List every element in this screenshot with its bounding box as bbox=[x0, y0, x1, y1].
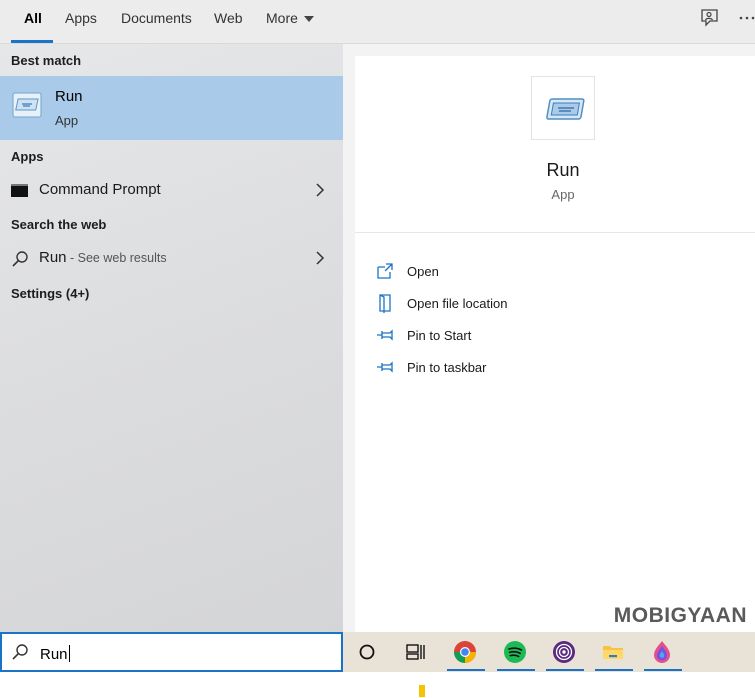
yellow-marker bbox=[419, 685, 425, 697]
chevron-right-icon bbox=[316, 251, 325, 265]
chevron-down-icon bbox=[303, 16, 314, 23]
result-web-search[interactable]: Run - See web results bbox=[0, 242, 343, 274]
tab-web[interactable]: Web bbox=[214, 0, 243, 44]
file-location-icon bbox=[379, 294, 391, 313]
feedback-icon[interactable] bbox=[698, 6, 722, 30]
spotify-icon[interactable] bbox=[502, 639, 528, 665]
action-pin-to-taskbar-label: Pin to taskbar bbox=[407, 360, 487, 375]
chrome-icon[interactable] bbox=[452, 639, 478, 665]
web-search-label: Run - See web results bbox=[39, 249, 167, 266]
file-explorer-icon[interactable] bbox=[600, 639, 626, 665]
divider bbox=[355, 232, 755, 233]
tab-more[interactable]: More bbox=[266, 0, 314, 44]
open-icon bbox=[377, 263, 393, 279]
search-icon bbox=[12, 251, 28, 267]
tab-documents[interactable]: Documents bbox=[121, 0, 192, 44]
web-query: Run bbox=[39, 249, 67, 266]
watermark: MOBIGYAAN bbox=[613, 604, 747, 627]
result-command-prompt[interactable]: Command Prompt bbox=[0, 174, 343, 206]
tor-browser-icon[interactable] bbox=[551, 639, 577, 665]
taskbar: Run bbox=[0, 632, 755, 672]
action-open-file-location-label: Open file location bbox=[407, 296, 508, 311]
web-results-hint: - See web results bbox=[66, 251, 167, 265]
best-match-run[interactable]: Run App bbox=[0, 76, 343, 140]
best-match-header: Best match bbox=[11, 53, 82, 68]
pin-icon bbox=[377, 329, 393, 341]
explorer-active-indicator bbox=[595, 669, 633, 671]
search-web-header: Search the web bbox=[11, 217, 107, 232]
detail-pane: Run App Open Open file location Pin to S… bbox=[343, 44, 755, 632]
command-prompt-icon bbox=[11, 184, 28, 197]
search-icon bbox=[12, 644, 28, 660]
command-prompt-label: Command Prompt bbox=[39, 181, 161, 198]
action-open-label: Open bbox=[407, 264, 439, 279]
results-pane: Best match Run App Apps Command Prompt S… bbox=[0, 44, 343, 632]
tab-more-label: More bbox=[266, 10, 298, 26]
tor-active-indicator bbox=[546, 669, 584, 671]
detail-title: Run bbox=[546, 160, 580, 180]
search-input-value: Run bbox=[40, 645, 70, 663]
ellipsis-icon[interactable] bbox=[738, 6, 755, 30]
firefox-nightly-icon[interactable] bbox=[649, 639, 675, 665]
cortana-icon[interactable] bbox=[354, 639, 380, 665]
task-view-icon[interactable] bbox=[402, 639, 428, 665]
nightly-active-indicator bbox=[644, 669, 682, 671]
run-app-icon bbox=[12, 90, 42, 120]
action-pin-to-start-label: Pin to Start bbox=[407, 328, 472, 343]
apps-header: Apps bbox=[11, 149, 44, 164]
text-cursor bbox=[68, 645, 70, 662]
run-app-large-icon bbox=[531, 76, 595, 140]
tab-all[interactable]: All bbox=[11, 0, 53, 44]
chrome-active-indicator bbox=[447, 669, 485, 671]
chevron-right-icon bbox=[316, 183, 325, 197]
search-scope-tabs: All Apps Documents Web More bbox=[0, 0, 755, 44]
screen-below-taskbar bbox=[0, 672, 755, 698]
best-match-subtitle: App bbox=[55, 113, 79, 128]
detail-card: Run App Open Open file location Pin to S… bbox=[355, 56, 755, 632]
detail-subtitle: App bbox=[551, 187, 575, 202]
tab-apps[interactable]: Apps bbox=[65, 0, 97, 44]
search-query-text: Run bbox=[40, 646, 68, 663]
search-input[interactable]: Run bbox=[0, 632, 343, 672]
pin-icon bbox=[377, 361, 393, 373]
spotify-active-indicator bbox=[497, 669, 535, 671]
best-match-title: Run bbox=[55, 88, 83, 105]
settings-header[interactable]: Settings (4+) bbox=[11, 286, 89, 301]
